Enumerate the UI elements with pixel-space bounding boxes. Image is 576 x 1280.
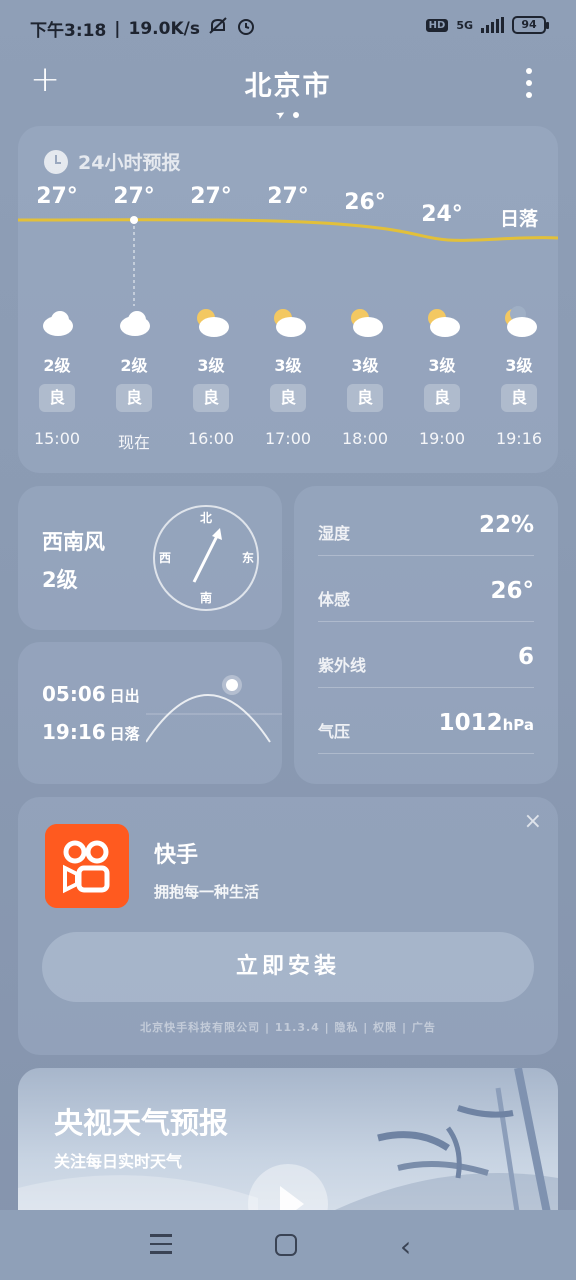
back-button[interactable]: ‹	[400, 1230, 411, 1263]
separator: |	[114, 18, 121, 39]
partly-cloudy-icon	[428, 309, 460, 337]
video-title: 央视天气预报	[54, 1106, 229, 1140]
ad-footer[interactable]: 北京快手科技有限公司 | 11.3.4 | 隐私 | 权限 | 广告	[18, 1019, 558, 1035]
mute-icon	[208, 16, 228, 41]
hourly-title: 24小时预报	[78, 152, 181, 174]
details-card[interactable]: 湿度 22% 体感 26° 紫外线 6 气压 1012hPa	[294, 486, 558, 784]
humidity-row: 湿度 22%	[318, 490, 534, 556]
sunrise-label: 日出	[109, 687, 140, 705]
cloudy-icon	[43, 311, 73, 336]
sunrise-sunset-card[interactable]: 05:06 日出 19:16 日落	[18, 642, 282, 784]
detail-label: 体感	[318, 590, 351, 609]
location-icon: ➤	[273, 106, 288, 123]
hd-icon: HD	[425, 18, 449, 32]
detail-label: 紫外线	[318, 656, 367, 675]
partly-cloudy-icon	[197, 309, 229, 337]
wind-level: 2级	[42, 568, 78, 592]
page-dot	[293, 111, 300, 118]
cloudy-icon	[120, 311, 150, 336]
wind-card[interactable]: 西南风 2级 北 南 东 西	[18, 486, 282, 630]
compass-south: 南	[200, 590, 212, 605]
detail-label: 气压	[318, 722, 351, 741]
hourly-time: 15:00	[33, 429, 81, 448]
detail-value: 22%	[478, 512, 534, 538]
city-title: 北京市	[244, 71, 332, 102]
detail-unit: hPa	[502, 716, 534, 734]
network-type: 5G	[456, 18, 473, 32]
ad-card[interactable]: × 快手 拥抱每一种生活 立即安装 北京快手科技有限公司 | 11.3.4 | …	[18, 797, 558, 1055]
wind-direction: 西南风	[42, 530, 105, 554]
video-subtitle: 关注每日实时天气	[54, 1152, 183, 1171]
sun-arc-icon	[146, 675, 282, 743]
sunset-time: 19:16	[42, 720, 106, 744]
hourly-time: 19:16	[495, 429, 543, 448]
alarm-icon	[236, 16, 256, 41]
clock-time: 下午3:18	[30, 21, 107, 41]
hourly-time: 16:00	[187, 429, 235, 448]
aqi-badge: 良	[501, 384, 537, 412]
compass-east: 东	[242, 550, 254, 565]
moon-cloudy-icon	[505, 306, 537, 337]
detail-value: 6	[517, 644, 534, 670]
sunset-label: 日落	[109, 725, 140, 743]
partly-cloudy-icon	[351, 309, 383, 337]
more-menu-button[interactable]	[526, 68, 532, 98]
compass-north: 北	[200, 510, 212, 525]
feels-like-row: 体感 26°	[318, 556, 534, 622]
aqi-badge: 良	[270, 384, 306, 412]
video-card[interactable]: 央视天气预报 关注每日实时天气	[18, 1068, 558, 1218]
ad-description: 拥抱每一种生活	[154, 883, 260, 901]
top-bar: + 北京市 ➤	[0, 56, 576, 124]
hourly-time: 现在	[117, 433, 150, 452]
pressure-row: 气压 1012hPa	[318, 688, 534, 754]
clock-icon	[44, 149, 68, 174]
hourly-time: 17:00	[264, 429, 312, 448]
battery-icon: 94	[512, 16, 549, 34]
compass-west: 西	[159, 551, 171, 565]
hourly-wind: 2级	[120, 356, 148, 375]
hourly-forecast-card[interactable]: 24小时预报 27° 27° 27° 27° 26° 24° 日落 2级良 15:…	[18, 126, 558, 473]
partly-cloudy-icon	[274, 309, 306, 337]
page-indicator: ➤	[273, 106, 300, 123]
close-icon[interactable]: ×	[524, 809, 542, 834]
ad-app-name: 快手	[154, 843, 199, 868]
signal-icon	[481, 17, 504, 33]
network-speed: 19.0K/s	[128, 18, 200, 39]
detail-value: 1012	[438, 710, 503, 736]
hourly-wind: 3级	[428, 356, 456, 375]
temperature-curve	[18, 216, 558, 306]
navigation-bar: ‹	[0, 1210, 576, 1280]
hourly-wind: 3级	[274, 356, 302, 375]
hourly-wind: 3级	[197, 356, 225, 375]
sunrise-time: 05:06	[42, 682, 106, 706]
aqi-badge: 良	[116, 384, 152, 412]
hourly-time: 19:00	[418, 429, 466, 448]
kuaishou-logo	[45, 824, 129, 908]
home-button[interactable]	[275, 1234, 297, 1256]
aqi-badge: 良	[424, 384, 460, 412]
hourly-wind: 3级	[505, 356, 533, 375]
detail-label: 湿度	[318, 524, 351, 543]
detail-value: 26°	[490, 578, 534, 604]
aqi-badge: 良	[39, 384, 75, 412]
aqi-badge: 良	[347, 384, 383, 412]
compass-icon: 北 南 东 西	[153, 505, 259, 611]
hourly-time: 18:00	[341, 429, 389, 448]
uv-row: 紫外线 6	[318, 622, 534, 688]
hourly-wind: 2级	[43, 356, 71, 375]
status-bar: 下午3:18 | 19.0K/s HD 5G 94	[0, 0, 576, 56]
hourly-wind: 3级	[351, 356, 379, 375]
aqi-badge: 良	[193, 384, 229, 412]
recent-apps-button[interactable]	[150, 1234, 172, 1254]
install-button[interactable]: 立即安装	[42, 932, 534, 1002]
